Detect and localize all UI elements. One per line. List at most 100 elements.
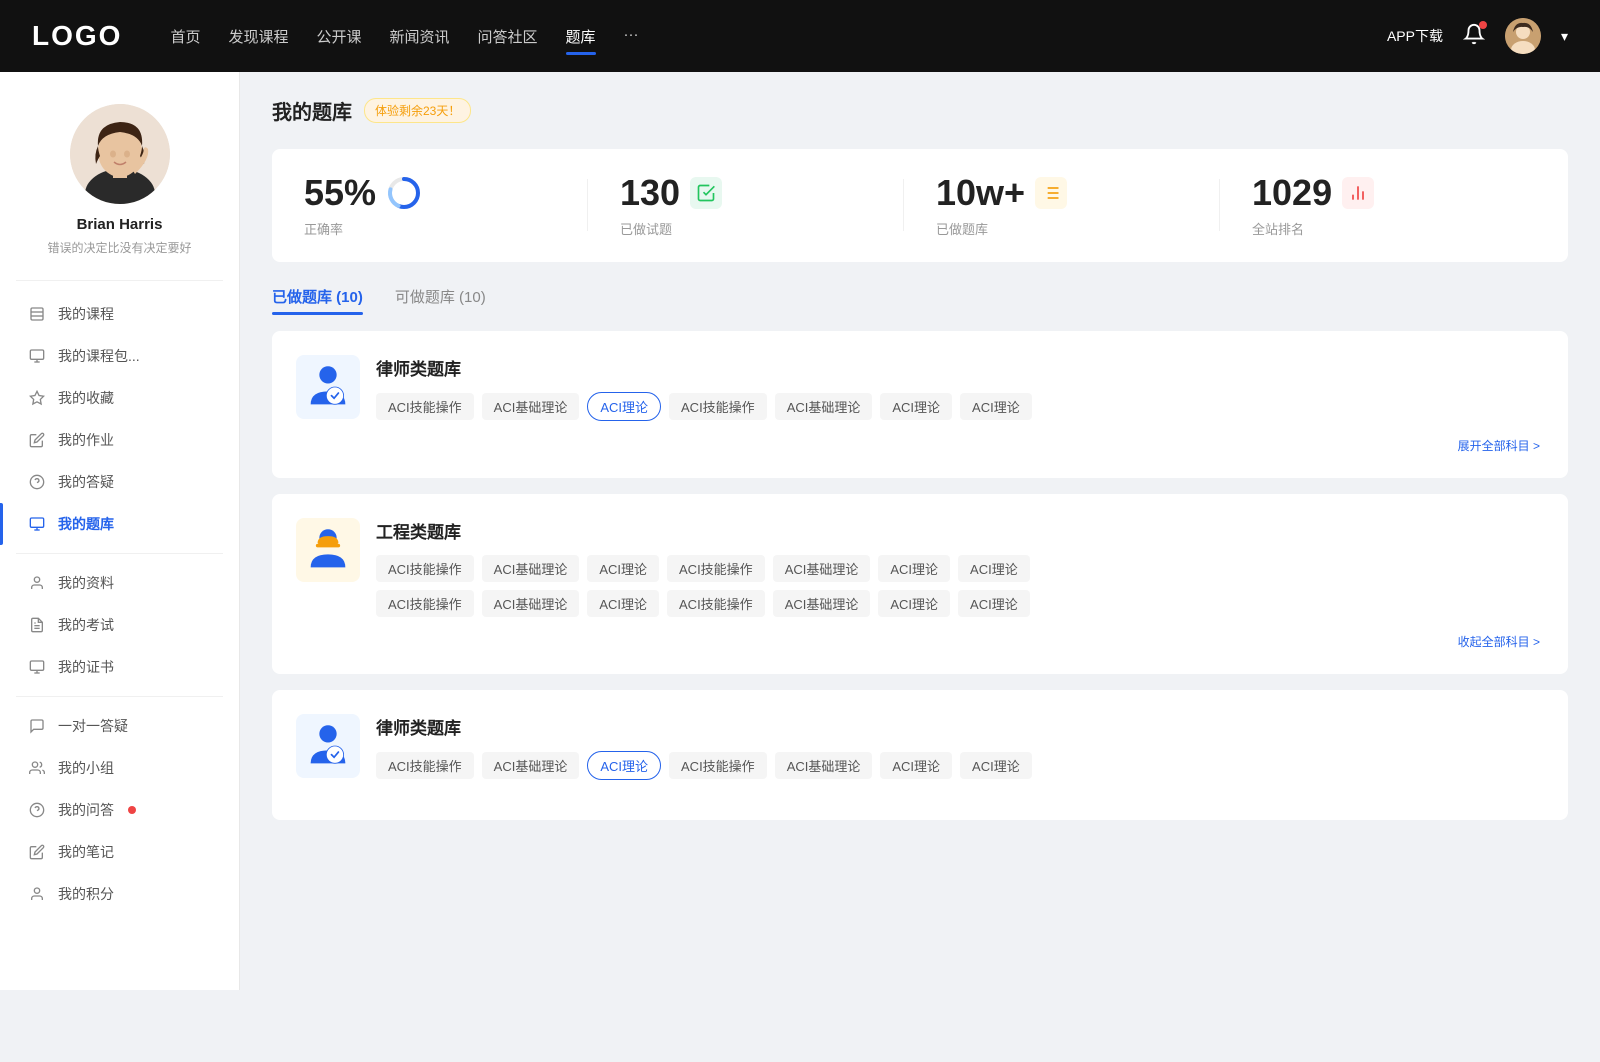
sidebar-item-courses[interactable]: 我的课程 (0, 293, 239, 335)
tag-eng1-r2-4[interactable]: ACI基础理论 (773, 590, 871, 617)
tag-lawyer1-1[interactable]: ACI基础理论 (482, 393, 580, 420)
stat-row-banks: 10w+ (936, 173, 1067, 213)
qbank-header-lawyer1: 律师类题库 ACI技能操作 ACI基础理论 ACI理论 ACI技能操作 ACI基… (296, 355, 1544, 421)
stat-value-correct: 55% (304, 173, 376, 213)
qbank-icon-lawyer2 (296, 714, 360, 778)
tab-done[interactable]: 已做题库 (10) (272, 286, 363, 315)
tag-eng1-r2-6[interactable]: ACI理论 (958, 590, 1030, 617)
qbank-icon-engineer1 (296, 518, 360, 582)
tag-lawyer1-2[interactable]: ACI理论 (587, 392, 661, 421)
sidebar-item-homework[interactable]: 我的作业 (0, 419, 239, 461)
tag-eng1-r2-1[interactable]: ACI基础理论 (482, 590, 580, 617)
tag-eng1-r1-3[interactable]: ACI技能操作 (667, 555, 765, 582)
sidebar-item-tutoring[interactable]: 一对一答疑 (0, 705, 239, 747)
expand-lawyer1[interactable]: 展开全部科目 > (296, 437, 1544, 454)
sidebar-divider-2 (16, 696, 223, 697)
sidebar-label-points: 我的积分 (58, 884, 114, 904)
tag-lawyer2-1[interactable]: ACI基础理论 (482, 752, 580, 779)
tag-lawyer2-3[interactable]: ACI技能操作 (669, 752, 767, 779)
sidebar-label-profile: 我的资料 (58, 573, 114, 593)
tag-eng1-r2-5[interactable]: ACI理论 (878, 590, 950, 617)
tag-lawyer2-2[interactable]: ACI理论 (587, 751, 661, 780)
sidebar-item-profile[interactable]: 我的资料 (0, 562, 239, 604)
sidebar-item-points[interactable]: 我的积分 (0, 873, 239, 915)
tag-lawyer2-5[interactable]: ACI理论 (880, 752, 952, 779)
sidebar-item-notes[interactable]: 我的笔记 (0, 831, 239, 873)
homework-icon (28, 431, 46, 449)
stat-done-questions: 130 已做试题 (588, 173, 904, 238)
nav-link-open[interactable]: 公开课 (316, 22, 361, 51)
sidebar-profile: Brian Harris 错误的决定比没有决定要好 (0, 72, 239, 272)
sidebar-avatar (70, 104, 170, 204)
tag-lawyer1-5[interactable]: ACI理论 (880, 393, 952, 420)
nav-link-news[interactable]: 新闻资讯 (390, 22, 450, 51)
stat-value-banks: 10w+ (936, 173, 1025, 213)
questions-icon (28, 473, 46, 491)
tabs: 已做题库 (10) 可做题库 (10) (272, 286, 1568, 315)
stat-icon-done (690, 177, 722, 209)
exams-icon (28, 616, 46, 634)
tags-lawyer1: ACI技能操作 ACI基础理论 ACI理论 ACI技能操作 ACI基础理论 AC… (376, 392, 1544, 421)
qbank-icon (28, 515, 46, 533)
nav-logo: LOGO (32, 20, 122, 52)
tag-eng1-r1-4[interactable]: ACI基础理论 (773, 555, 871, 582)
tag-lawyer2-6[interactable]: ACI理论 (960, 752, 1032, 779)
user-avatar[interactable] (1505, 18, 1541, 54)
nav-link-home[interactable]: 首页 (170, 22, 200, 51)
tag-eng1-r1-6[interactable]: ACI理论 (958, 555, 1030, 582)
tag-eng1-r1-0[interactable]: ACI技能操作 (376, 555, 474, 582)
page-title: 我的题库 (272, 96, 352, 125)
nav-link-qbank[interactable]: 题库 (566, 22, 596, 51)
tag-lawyer2-0[interactable]: ACI技能操作 (376, 752, 474, 779)
tag-lawyer1-6[interactable]: ACI理论 (960, 393, 1032, 420)
qbank-card-engineer1: 工程类题库 ACI技能操作 ACI基础理论 ACI理论 ACI技能操作 ACI基… (272, 494, 1568, 674)
tab-available[interactable]: 可做题库 (10) (395, 286, 486, 315)
nav-link-more[interactable]: ··· (624, 22, 639, 51)
stat-correct-rate: 55% 正确率 (304, 173, 588, 238)
stats-card: 55% 正确率 130 (272, 149, 1568, 262)
user-menu-chevron[interactable]: ▾ (1561, 28, 1568, 45)
tag-lawyer2-4[interactable]: ACI基础理论 (775, 752, 873, 779)
nav-link-qa[interactable]: 问答社区 (478, 22, 538, 51)
stat-label-done: 已做试题 (620, 219, 672, 238)
tag-eng1-r2-2[interactable]: ACI理论 (587, 590, 659, 617)
sidebar-label-tutoring: 一对一答疑 (58, 716, 128, 736)
stat-value-rank: 1029 (1252, 173, 1332, 213)
navbar: LOGO 首页 发现课程 公开课 新闻资讯 问答社区 题库 ··· APP下载 … (0, 0, 1600, 72)
tag-lawyer1-4[interactable]: ACI基础理论 (775, 393, 873, 420)
qbank-card-lawyer1: 律师类题库 ACI技能操作 ACI基础理论 ACI理论 ACI技能操作 ACI基… (272, 331, 1568, 478)
notification-dot (1479, 21, 1487, 29)
donut-chart (386, 175, 422, 211)
tag-eng1-r1-1[interactable]: ACI基础理论 (482, 555, 580, 582)
sidebar-item-certificates[interactable]: 我的证书 (0, 646, 239, 688)
notes-icon (28, 843, 46, 861)
nav-link-discover[interactable]: 发现课程 (228, 22, 288, 51)
tag-eng1-r1-2[interactable]: ACI理论 (587, 555, 659, 582)
favorites-icon (28, 389, 46, 407)
tag-eng1-r2-3[interactable]: ACI技能操作 (667, 590, 765, 617)
tags-engineer1-row1: ACI技能操作 ACI基础理论 ACI理论 ACI技能操作 ACI基础理论 AC… (376, 555, 1544, 582)
qbank-card-lawyer2: 律师类题库 ACI技能操作 ACI基础理论 ACI理论 ACI技能操作 ACI基… (272, 690, 1568, 820)
collapse-engineer1[interactable]: 收起全部科目 > (296, 633, 1544, 650)
tag-eng1-r1-5[interactable]: ACI理论 (878, 555, 950, 582)
sidebar-item-favorites[interactable]: 我的收藏 (0, 377, 239, 419)
sidebar: Brian Harris 错误的决定比没有决定要好 我的课程 我的课程包... (0, 72, 240, 990)
tag-eng1-r2-0[interactable]: ACI技能操作 (376, 590, 474, 617)
tag-lawyer1-0[interactable]: ACI技能操作 (376, 393, 474, 420)
sidebar-item-exams[interactable]: 我的考试 (0, 604, 239, 646)
notification-bell[interactable] (1463, 23, 1485, 50)
sidebar-item-answers[interactable]: 我的问答 (0, 789, 239, 831)
sidebar-label-groups: 我的小组 (58, 758, 114, 778)
tag-lawyer1-3[interactable]: ACI技能操作 (669, 393, 767, 420)
sidebar-label-exams: 我的考试 (58, 615, 114, 635)
stat-label-correct: 正确率 (304, 219, 343, 238)
sidebar-label-homework: 我的作业 (58, 430, 114, 450)
answers-icon (28, 801, 46, 819)
sidebar-item-course-packages[interactable]: 我的课程包... (0, 335, 239, 377)
qbank-header-lawyer2: 律师类题库 ACI技能操作 ACI基础理论 ACI理论 ACI技能操作 ACI基… (296, 714, 1544, 780)
sidebar-item-groups[interactable]: 我的小组 (0, 747, 239, 789)
sidebar-item-qbank[interactable]: 我的题库 (0, 503, 239, 545)
sidebar-item-questions[interactable]: 我的答疑 (0, 461, 239, 503)
app-download-button[interactable]: APP下载 (1387, 26, 1443, 46)
sidebar-divider-top (16, 280, 223, 281)
